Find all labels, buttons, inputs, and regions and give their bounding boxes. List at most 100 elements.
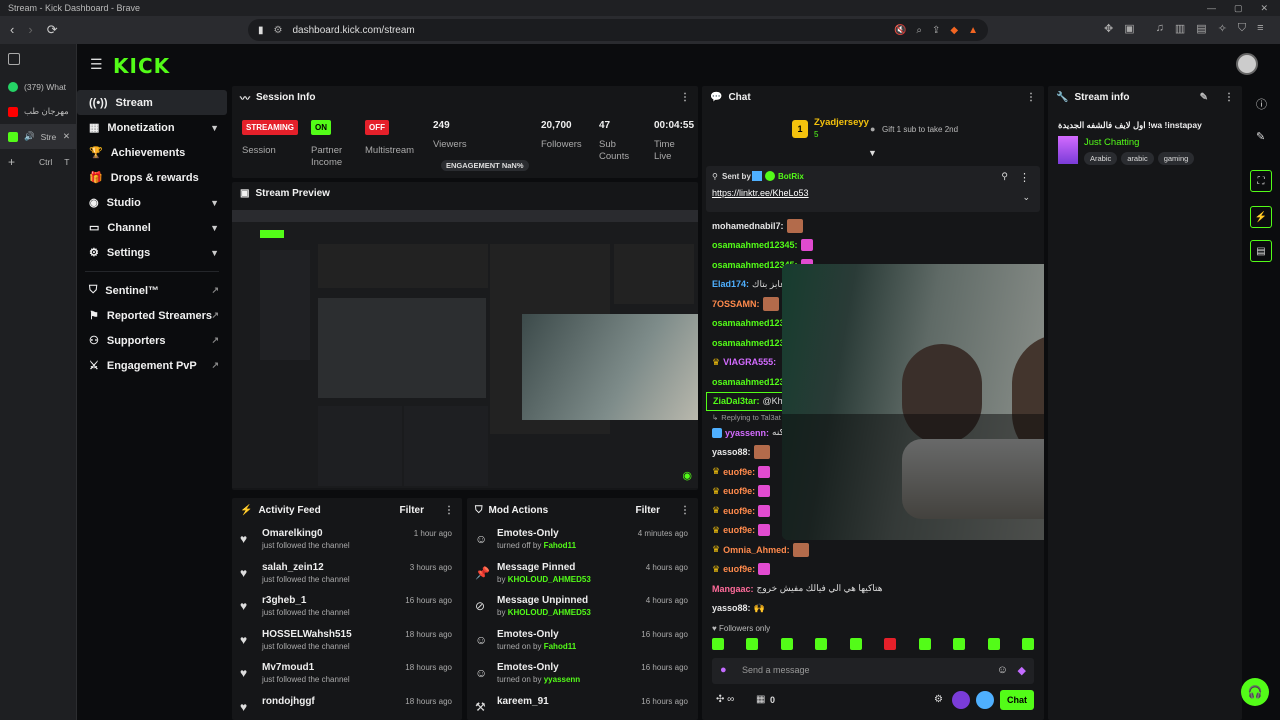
extensions-icon[interactable]: ✥	[1104, 22, 1113, 35]
stream-category[interactable]: Just Chatting	[1084, 137, 1139, 148]
tag-pill[interactable]: arabic	[1121, 152, 1154, 165]
7tv-icon[interactable]	[952, 691, 970, 709]
gift-leader[interactable]: 1 Zyadjerseyy 5 ● Gift 1 sub to take 2nd	[792, 116, 1032, 142]
chat-message[interactable]: Mangaac: هتاكيها هي الي فيالك مفيش خروج	[702, 579, 1044, 599]
emote-icon[interactable]	[712, 638, 724, 650]
preview-video[interactable]: ◉	[232, 210, 698, 488]
sidebar-panel-toggle[interactable]	[0, 44, 76, 74]
more-options-icon[interactable]: ⋮	[680, 92, 690, 103]
filter-button[interactable]: Filter	[636, 505, 660, 516]
user-avatar[interactable]	[1236, 53, 1258, 75]
pin-drawer-icon[interactable]: ▼	[868, 148, 877, 158]
mod-user[interactable]: KHOLOUD_AHMED53	[508, 575, 591, 584]
more-options-icon[interactable]: ⋮	[680, 505, 690, 516]
emote-icon[interactable]	[780, 638, 793, 650]
mod-user[interactable]: Fahod11	[544, 642, 576, 651]
leo-icon[interactable]: ✧	[1218, 22, 1227, 35]
more-options-icon[interactable]: ⋮	[444, 505, 454, 516]
mic-icon[interactable]: ●	[720, 664, 727, 676]
chat-user[interactable]: VIAGRA555:	[723, 357, 776, 367]
expand-icon[interactable]: ◉	[682, 469, 692, 482]
sidebar-toggle-icon[interactable]: ▥	[1175, 22, 1185, 35]
unpin-icon[interactable]: ⚲	[1001, 171, 1008, 182]
chat-user[interactable]: euof9e:	[723, 525, 755, 535]
share-icon[interactable]: ⇪	[932, 25, 940, 36]
mod-user[interactable]: KHOLOUD_AHMED53	[508, 608, 591, 617]
screenshot-icon[interactable]: ▣	[1124, 22, 1134, 35]
list-item[interactable]: ♥ r3gheb_1 just followed the channel 16 hou…	[232, 589, 462, 623]
mod-user[interactable]: yyassenn	[544, 675, 580, 684]
chat-message[interactable]: osamaahmed12345:	[702, 236, 1044, 256]
list-item[interactable]: ⊘ Message Unpinned by KHOLOUD_AHMED53 4 hou…	[467, 589, 698, 623]
emote-icon[interactable]	[1021, 638, 1034, 650]
zoom-icon[interactable]: ⌕	[916, 25, 922, 36]
back-icon[interactable]: ‹	[10, 22, 14, 38]
chat-input[interactable]: ● Send a message ☺ ◆	[712, 658, 1034, 684]
chat-user[interactable]: Elad174:	[712, 279, 749, 289]
multistream-badge[interactable]: OFF	[365, 120, 389, 135]
url-text[interactable]: dashboard.kick.com/stream	[292, 25, 414, 36]
pencil-icon[interactable]: ✎	[1256, 130, 1265, 143]
vpn-icon[interactable]: ⛉	[1238, 22, 1246, 35]
hamburger-menu-icon[interactable]: ☰	[90, 56, 103, 73]
chevron-down-icon[interactable]: ⌄	[1022, 192, 1030, 203]
chat-user[interactable]: yasso88:	[712, 447, 751, 457]
close-window-icon[interactable]: ✕	[1260, 3, 1268, 14]
list-item[interactable]: ♥ Omarelking0 just followed the channel 1 h…	[232, 522, 462, 556]
forward-icon[interactable]: ›	[28, 22, 32, 38]
chat-user[interactable]: Mangaac:	[712, 584, 754, 594]
emote-icon[interactable]	[953, 638, 966, 650]
chat-user[interactable]: yyassenn:	[725, 428, 769, 438]
tool-button[interactable]: ⛶	[1250, 170, 1272, 192]
ffz-icon[interactable]	[976, 691, 994, 709]
list-item[interactable]: ♥ salah_zein12 just followed the channel 3 …	[232, 556, 462, 590]
chat-user[interactable]: osamaahmed1234	[712, 318, 790, 328]
chat-user[interactable]: yasso88:	[712, 603, 751, 613]
emote-icon[interactable]	[918, 638, 931, 650]
chat-user[interactable]: mohamednabil7:	[712, 221, 784, 231]
list-item[interactable]: 📌 Message Pinned by KHOLOUD_AHMED53 4 hours…	[467, 556, 698, 590]
tool-button[interactable]: ⚡	[1250, 206, 1272, 228]
emote-icon[interactable]	[815, 638, 828, 650]
mute-icon[interactable]: 🔇	[894, 25, 906, 36]
reload-icon[interactable]: ⟳	[47, 22, 58, 38]
webcam-overlay[interactable]	[782, 264, 1044, 540]
media-icon[interactable]: ♫	[1156, 22, 1164, 35]
kick-emote-icon[interactable]: ◆	[1018, 664, 1026, 677]
chat-message[interactable]: ♛ euof9e:	[702, 560, 1044, 580]
close-tab-icon[interactable]: ✕	[63, 131, 76, 142]
partner-badge[interactable]: ON	[311, 120, 331, 135]
sidebar-item-monetization[interactable]: ▦ Monetization ▼	[77, 115, 227, 140]
wallet-icon[interactable]: ▤	[1196, 22, 1206, 35]
mod-user[interactable]: Fahod11	[544, 541, 576, 550]
sidebar-item-channel[interactable]: ▭ Channel ▼	[77, 215, 227, 240]
chat-message[interactable]: ♛ Omnia_Ahmed:	[702, 540, 1044, 560]
chat-message[interactable]: mohamednabil7:	[702, 216, 1044, 236]
chat-user[interactable]: 7OSSAMN:	[712, 299, 760, 309]
info-icon[interactable]: ⓘ	[1256, 96, 1267, 112]
kick-logo[interactable]: KICK	[113, 54, 170, 78]
filter-button[interactable]: Filter	[400, 505, 424, 516]
list-item[interactable]: ♥ HOSSELWahsh515 just followed the channel…	[232, 623, 462, 657]
sidebar-item-supporters[interactable]: ⚇ Supporters ↗	[77, 328, 227, 353]
more-options-icon[interactable]: ⋮	[1224, 92, 1234, 103]
sidebar-item-settings[interactable]: ⚙ Settings ▼	[77, 240, 227, 265]
chat-user[interactable]: euof9e:	[723, 467, 755, 477]
sidebar-item-studio[interactable]: ◉ Studio ▼	[77, 190, 227, 215]
sidebar-item-achievements[interactable]: 🏆 Achievements	[77, 140, 227, 165]
edit-icon[interactable]: ✎	[1200, 92, 1208, 103]
emote-icon[interactable]	[884, 638, 897, 650]
chat-user[interactable]: euof9e:	[723, 506, 755, 516]
new-tab-button[interactable]: + Ctrl T	[0, 149, 76, 174]
chat-user[interactable]: osamaahmed12345:	[712, 240, 798, 250]
list-item[interactable]: ☺ Emotes-Only turned off by Fahod11 4 minut…	[467, 522, 698, 556]
sidebar-item-stream[interactable]: ((•)) Stream	[77, 90, 227, 115]
site-settings-icon[interactable]: ⚙	[274, 25, 283, 36]
emoji-icon[interactable]: ☺	[997, 664, 1008, 676]
pinned-link[interactable]: https://linktr.ee/KheLo53	[712, 188, 809, 198]
chat-message[interactable]: yasso88: 🙌	[702, 599, 1044, 619]
more-options-icon[interactable]: ⋮	[1026, 92, 1036, 103]
chat-user[interactable]: euof9e:	[723, 564, 755, 574]
sidebar-item-engagement[interactable]: ⚔ Engagement PvP ↗	[77, 353, 227, 378]
list-item[interactable]: ♥ Mv7moud1 just followed the channel 18 hou…	[232, 656, 462, 690]
